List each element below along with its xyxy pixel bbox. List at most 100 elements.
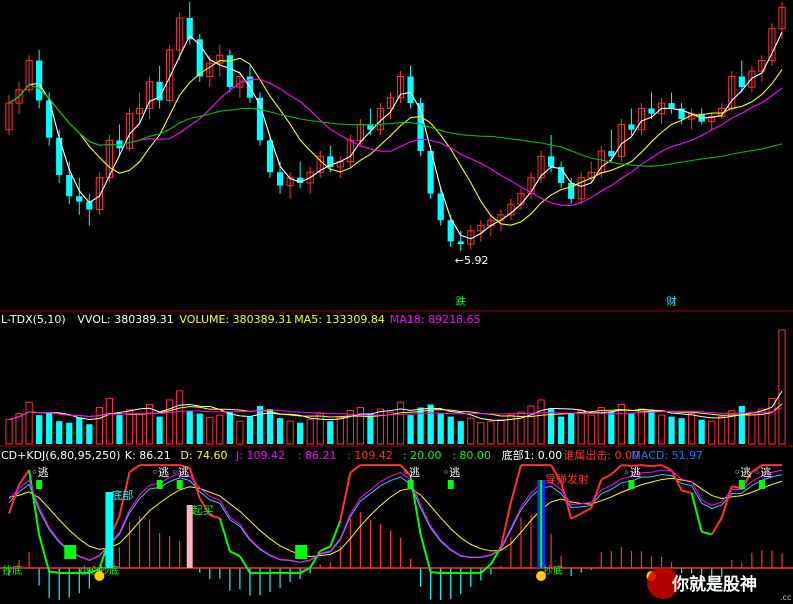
overlay: 你就是股神 .cc bbox=[647, 567, 791, 602]
volume-bar bbox=[688, 413, 696, 445]
volume-bar bbox=[5, 419, 13, 445]
j-line-segment bbox=[610, 464, 623, 476]
candle-body bbox=[36, 60, 43, 101]
volume-bar bbox=[256, 406, 264, 444]
j-line-segment bbox=[18, 469, 30, 486]
volume-bar bbox=[487, 420, 495, 445]
candle-body bbox=[648, 108, 655, 114]
volume-bar bbox=[527, 405, 535, 445]
j-line-segment bbox=[229, 550, 241, 558]
candle-body bbox=[447, 220, 454, 242]
volume-bar bbox=[56, 421, 63, 444]
price-panel: ←5.92跌财赣 bbox=[0, 2, 793, 447]
volume-bar bbox=[316, 413, 324, 445]
volume-bar bbox=[467, 417, 475, 445]
volume-bar bbox=[608, 412, 615, 444]
escape-signal-label: ◦逃 bbox=[31, 466, 48, 479]
volume-bar bbox=[386, 411, 395, 445]
volume-bar bbox=[477, 422, 485, 445]
j-line-segment bbox=[509, 464, 522, 503]
escape-signal-label: ◦逃 bbox=[623, 466, 641, 479]
volume-header-item: MA18: 89218.65 bbox=[390, 313, 481, 326]
volume-bar bbox=[176, 390, 184, 445]
volume-bar bbox=[356, 407, 364, 445]
volume-bar bbox=[657, 414, 666, 445]
j-line-segment bbox=[239, 555, 251, 574]
volume-bar bbox=[297, 422, 304, 444]
j-line-segment bbox=[600, 473, 612, 481]
volume-bar bbox=[587, 414, 595, 445]
kdj-header-item: 谁属出击: 0.00 bbox=[563, 448, 639, 462]
volume-bar bbox=[66, 422, 73, 444]
green-block bbox=[64, 545, 77, 559]
kdj-header-item: K: 86.21 bbox=[125, 449, 171, 462]
volume-bar bbox=[568, 413, 575, 444]
kdj-header-item: 底部1: 0.00 bbox=[502, 448, 563, 462]
volume-header-item: L-TDX(5,10) bbox=[1, 313, 66, 326]
volume-bar bbox=[637, 408, 646, 445]
moving-average-line bbox=[8, 83, 783, 167]
volume-bar bbox=[376, 408, 385, 445]
rebound-signal-core bbox=[540, 480, 543, 568]
moving-average-line bbox=[8, 57, 783, 226]
volume-header-item: VVOL: 380389.31 bbox=[77, 313, 173, 326]
volume-bar bbox=[95, 407, 103, 445]
escape-signal-box bbox=[628, 480, 635, 489]
escape-signal-label: ◦逃 bbox=[403, 466, 421, 479]
volume-bar bbox=[678, 418, 685, 444]
volume-bar bbox=[86, 424, 93, 444]
stock-chart: ←5.92跌财赣 L-TDX(5,10)VVOL: 380389.31VOLUM… bbox=[0, 2, 793, 602]
escape-signal-box bbox=[36, 480, 43, 489]
moving-average-line bbox=[8, 31, 783, 240]
j-line-segment bbox=[349, 464, 361, 474]
kdj-header-item: : 20.00 bbox=[403, 449, 442, 462]
kdj-header-item: D: 74.60 bbox=[180, 449, 227, 462]
j-line-segment bbox=[430, 571, 441, 574]
candle-body bbox=[76, 196, 83, 202]
smiley-icon bbox=[536, 571, 547, 581]
low-price-label: ←5.92 bbox=[455, 254, 489, 267]
j-line-segment bbox=[49, 570, 60, 574]
volume-bar bbox=[306, 419, 314, 445]
volume-bar bbox=[447, 416, 454, 444]
volume-ma-line bbox=[8, 390, 783, 422]
volume-bar bbox=[145, 403, 154, 445]
green-block bbox=[295, 545, 308, 559]
candle-body bbox=[276, 172, 284, 186]
escape-signal-box bbox=[176, 480, 183, 489]
watermark-text: 你就是股神 bbox=[671, 574, 757, 595]
j-line-segment bbox=[690, 492, 703, 532]
volume-bar bbox=[135, 413, 144, 445]
volume-bar bbox=[116, 415, 123, 444]
volume-bar bbox=[437, 413, 444, 444]
escape-signal-box bbox=[156, 480, 163, 489]
candle-body bbox=[547, 156, 555, 167]
volume-bar bbox=[708, 420, 716, 445]
j-line-segment bbox=[590, 479, 603, 509]
volume-bar bbox=[577, 410, 585, 445]
candle-body bbox=[457, 241, 464, 245]
volume-bar bbox=[46, 412, 53, 444]
j-line-segment bbox=[651, 464, 662, 468]
volume-bar bbox=[367, 413, 374, 444]
volume-bar bbox=[738, 406, 745, 444]
volume-bar bbox=[125, 409, 134, 445]
signal-marker: 财 bbox=[667, 295, 677, 308]
volume-panel: L-TDX(5,10) VVOL: 380389.31 VOLUME: 380389… bbox=[1, 313, 786, 445]
volume-bar bbox=[768, 397, 776, 445]
watermark-sub: .cc bbox=[780, 593, 791, 602]
escape-signal-label: ◦逃 bbox=[443, 466, 461, 479]
candle-body bbox=[66, 174, 73, 197]
volume-bar bbox=[36, 415, 43, 444]
bottom-signal-label: 底部 bbox=[111, 488, 133, 502]
j-line-segment bbox=[329, 520, 342, 547]
volume-bar bbox=[236, 420, 244, 445]
volume-bar bbox=[15, 413, 23, 445]
volume-bar bbox=[668, 416, 675, 444]
volume-bar bbox=[497, 419, 505, 445]
j-line-segment bbox=[641, 464, 652, 468]
j-line-segment bbox=[319, 545, 331, 552]
escape-signal-label: ◦逃 bbox=[172, 466, 190, 479]
volume-bar bbox=[156, 416, 163, 444]
volume-bar bbox=[25, 401, 33, 445]
